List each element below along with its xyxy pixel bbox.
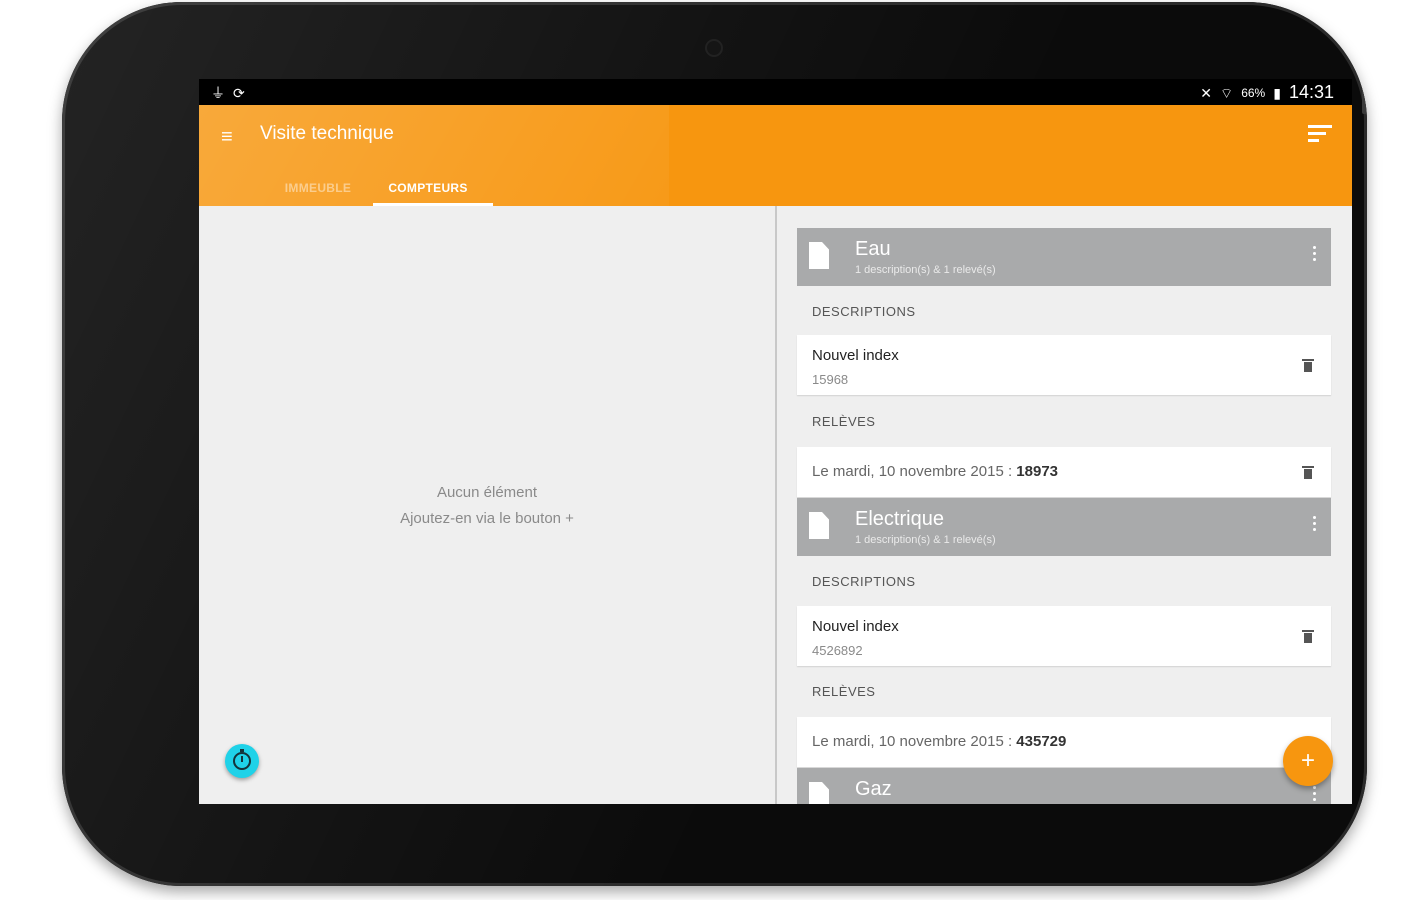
releve-value: 435729 <box>1016 733 1067 750</box>
releve-text: Le mardi, 10 novembre 2015 : 18973 <box>812 463 1058 480</box>
description-title: Nouvel index <box>812 347 899 364</box>
power-button <box>1362 80 1367 114</box>
category-header-gaz[interactable]: Gaz <box>797 768 1331 804</box>
description-title: Nouvel index <box>812 618 899 635</box>
category-subtitle: 1 description(s) & 1 relevé(s) <box>855 264 996 276</box>
category-header-electrique[interactable]: Electrique 1 description(s) & 1 relevé(s… <box>797 498 1331 556</box>
right-pane: Eau 1 description(s) & 1 relevé(s) DESCR… <box>777 206 1352 804</box>
hamburger-menu-icon[interactable]: ≡ <box>221 125 245 149</box>
section-label-releves: RELÈVES <box>812 684 876 699</box>
tab-bar: IMMEUBLE COMPTEURS <box>263 175 493 206</box>
left-pane: Aucun élément Ajoutez-en via le bouton + <box>199 206 775 804</box>
more-vert-icon[interactable] <box>1313 786 1317 804</box>
releve-card[interactable]: Le mardi, 10 novembre 2015 : 18973 <box>797 447 1331 497</box>
empty-state-hint: Ajoutez-en via le bouton + <box>400 510 574 527</box>
front-camera <box>705 39 723 57</box>
status-time: 14:31 <box>1288 82 1334 102</box>
category-header-eau[interactable]: Eau 1 description(s) & 1 relevé(s) <box>797 228 1331 286</box>
wifi-icon: ⌔ <box>1220 84 1234 101</box>
vibrate-mute-icon: ✕ <box>1200 84 1213 101</box>
empty-state: Aucun élément Ajoutez-en via le bouton + <box>199 480 775 532</box>
sort-icon[interactable] <box>1308 125 1334 149</box>
releve-card[interactable]: Le mardi, 10 novembre 2015 : 435729 <box>797 717 1331 767</box>
description-value: 4526892 <box>812 643 863 658</box>
document-icon <box>809 242 829 269</box>
category-name: Gaz <box>855 778 892 800</box>
content-area: Aucun élément Ajoutez-en via le bouton +… <box>199 206 1352 804</box>
usb-icon: ⏚ <box>211 85 225 101</box>
section-label-releves: RELÈVES <box>812 414 876 429</box>
document-icon <box>809 782 829 804</box>
section-label-descriptions: DESCRIPTIONS <box>812 304 916 319</box>
section-label-descriptions: DESCRIPTIONS <box>812 574 916 589</box>
delete-icon[interactable] <box>1302 359 1314 372</box>
delete-icon[interactable] <box>1302 630 1314 643</box>
releve-date: Le mardi, 10 novembre 2015 : <box>812 463 1017 480</box>
timer-icon <box>233 749 251 770</box>
document-icon <box>809 512 829 539</box>
delete-icon[interactable] <box>1302 466 1314 479</box>
releve-text: Le mardi, 10 novembre 2015 : 435729 <box>812 733 1066 750</box>
app-bar: ≡ Visite technique IMMEUBLE COMPTEURS <box>199 105 1352 206</box>
description-value: 15968 <box>812 372 849 387</box>
tab-compteurs[interactable]: COMPTEURS <box>373 175 493 206</box>
category-subtitle: 1 description(s) & 1 relevé(s) <box>855 534 996 546</box>
empty-state-title: Aucun élément <box>436 484 538 501</box>
releve-value: 18973 <box>1016 463 1059 480</box>
status-bar: ⏚ ⟳ ✕ ⌔ 66% ▮ 14:31 <box>199 79 1352 105</box>
description-card[interactable]: Nouvel index 4526892 <box>797 606 1331 666</box>
page-title: Visite technique <box>260 123 394 144</box>
category-name: Eau <box>855 238 891 260</box>
sync-icon: ⟳ <box>233 85 245 101</box>
add-fab-button[interactable]: + <box>1283 736 1333 786</box>
more-vert-icon[interactable] <box>1313 516 1317 534</box>
tablet-frame: ⏚ ⟳ ✕ ⌔ 66% ▮ 14:31 ≡ Visite technique I… <box>62 2 1367 886</box>
releve-date: Le mardi, 10 novembre 2015 : <box>812 733 1017 750</box>
tab-immeuble[interactable]: IMMEUBLE <box>263 175 373 206</box>
battery-charging-icon: ▮ <box>1273 84 1281 101</box>
timer-fab-button[interactable] <box>225 744 259 778</box>
description-card[interactable]: Nouvel index 15968 <box>797 335 1331 395</box>
battery-percent: 66% <box>1241 85 1266 100</box>
screen: ⏚ ⟳ ✕ ⌔ 66% ▮ 14:31 ≡ Visite technique I… <box>199 79 1352 804</box>
category-name: Electrique <box>855 508 944 530</box>
more-vert-icon[interactable] <box>1313 246 1317 264</box>
